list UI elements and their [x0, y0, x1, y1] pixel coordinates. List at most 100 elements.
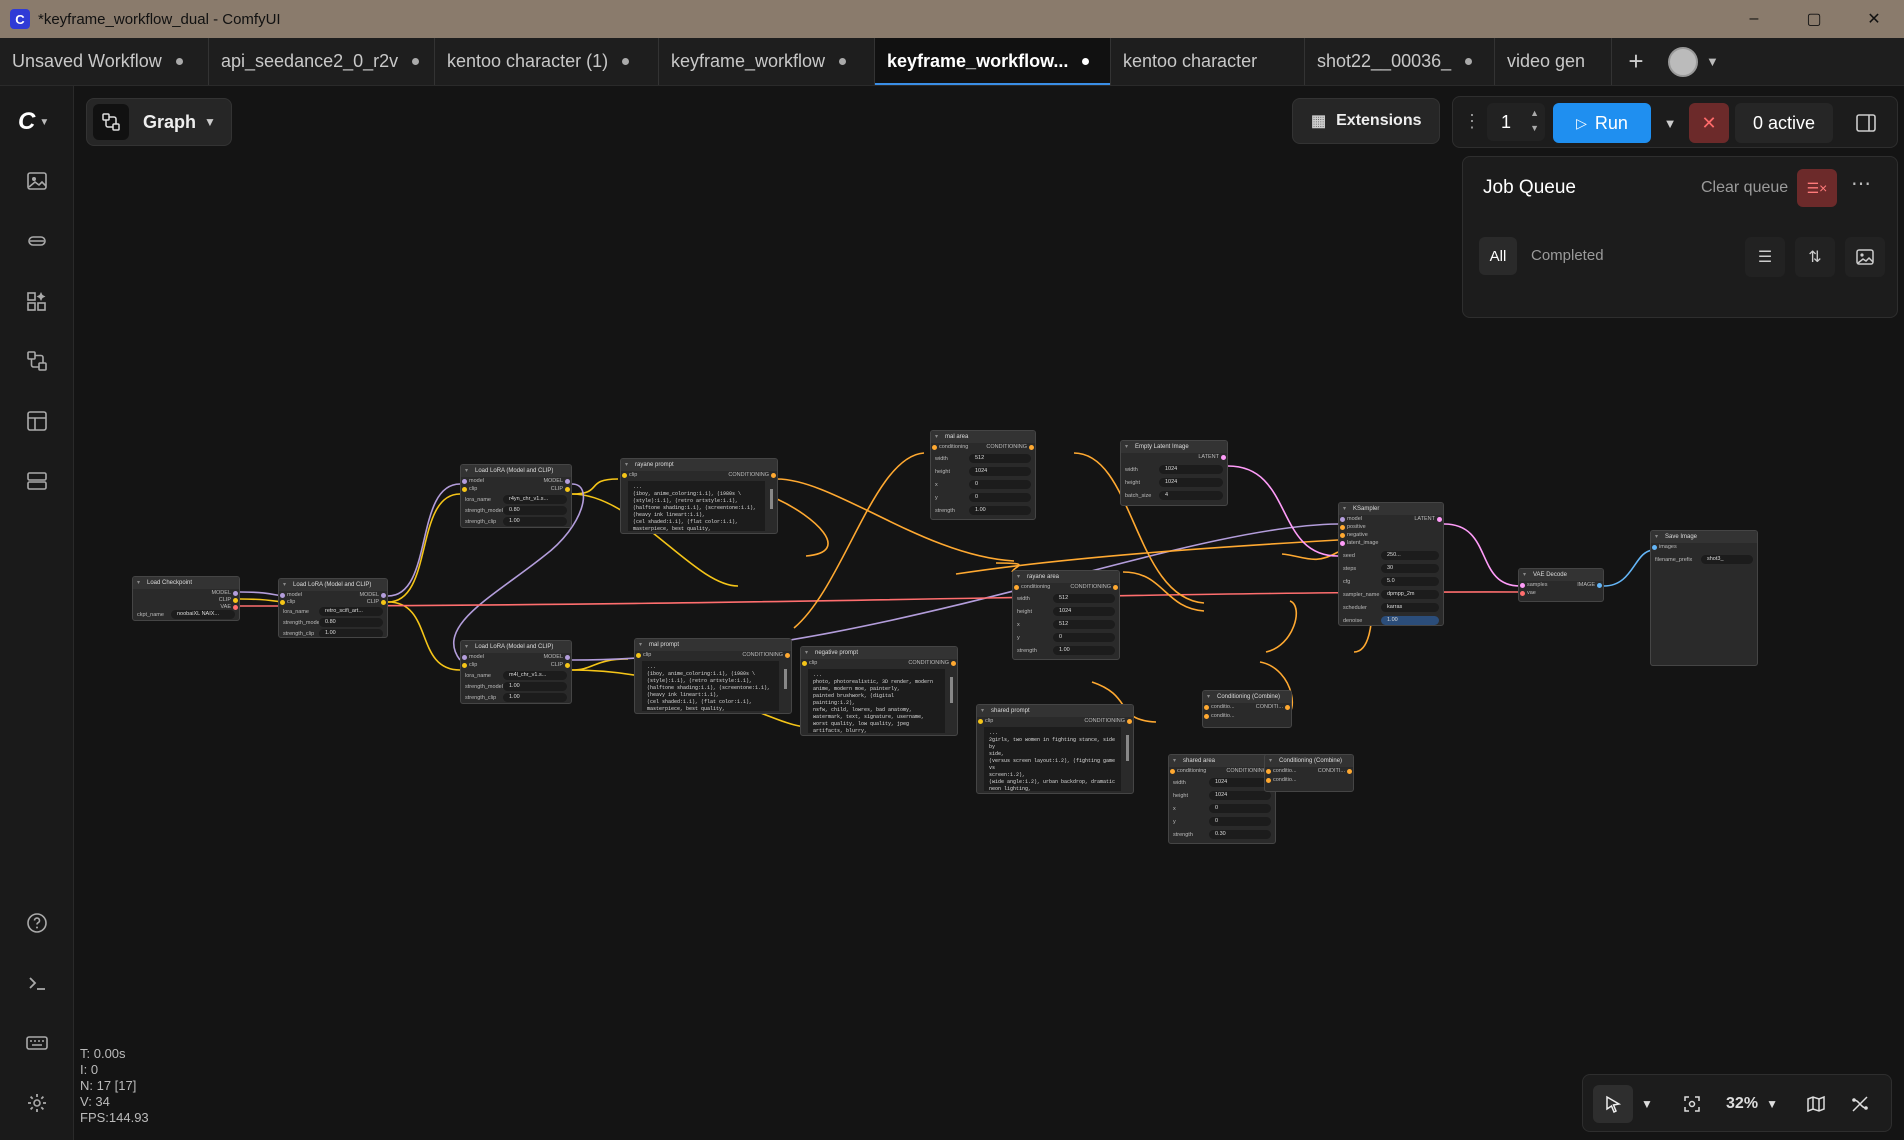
input-pin[interactable]	[1170, 769, 1175, 774]
minimap-button[interactable]	[1799, 1085, 1833, 1123]
run-options-dropdown[interactable]: ▼	[1657, 103, 1683, 143]
output-pin[interactable]	[565, 663, 570, 668]
select-mode-button[interactable]	[1593, 1085, 1633, 1123]
batch-size-input[interactable]: 4	[1159, 491, 1223, 500]
node-negative-prompt[interactable]: negative prompt clip CONDITIONING ... ph…	[800, 646, 958, 736]
input-pin[interactable]	[1266, 778, 1271, 783]
output-pin[interactable]	[233, 591, 238, 596]
unsaved-dot-icon[interactable]	[412, 58, 420, 65]
output-pin[interactable]	[771, 473, 776, 478]
tab-kentoo-character[interactable]: kentoo character	[1111, 38, 1305, 85]
node-conditioning-combine-1[interactable]: Conditioning (Combine) conditio... condi…	[1202, 690, 1292, 728]
lora-name-combo[interactable]: retro_scifi_art...	[319, 607, 383, 616]
prompt-textarea[interactable]: ... 2girls, two women in fighting stance…	[984, 727, 1121, 791]
run-button[interactable]: ▷ Run	[1553, 103, 1651, 143]
scheduler-combo[interactable]: karras	[1381, 603, 1439, 612]
tab-video-gen[interactable]: video gen	[1495, 38, 1612, 85]
x-input[interactable]: 512	[1053, 620, 1115, 629]
height-input[interactable]: 1024	[1053, 607, 1115, 616]
more-options-icon[interactable]: ⋯	[1851, 171, 1871, 196]
tab-keyframe-workflow-dual[interactable]: keyframe_workflow...	[875, 38, 1111, 85]
width-input[interactable]: 1024	[1209, 778, 1271, 787]
models-icon[interactable]	[22, 226, 52, 256]
prompt-textarea[interactable]: ... (1boy, anime_coloring:1.1), (1980s \…	[642, 661, 779, 711]
output-pin[interactable]	[1127, 719, 1132, 724]
x-input[interactable]: 0	[1209, 804, 1271, 813]
height-input[interactable]: 1024	[969, 467, 1031, 476]
output-pin[interactable]	[785, 653, 790, 658]
input-pin[interactable]	[1340, 517, 1345, 522]
node-save-image[interactable]: Save Image images filename_prefix shot3_	[1650, 530, 1758, 666]
lora-name-combo[interactable]: m4l_chr_v1.s...	[503, 671, 567, 680]
input-pin[interactable]	[636, 653, 641, 658]
nodes-library-icon[interactable]	[22, 286, 52, 316]
clear-queue-label[interactable]: Clear queue	[1701, 179, 1788, 197]
sampler-name-combo[interactable]: dpmpp_2m	[1381, 590, 1439, 599]
user-menu[interactable]: ▼	[1668, 38, 1719, 85]
unsaved-dot-icon[interactable]	[1465, 58, 1473, 65]
zoom-control[interactable]: 32% ▼	[1717, 1085, 1787, 1123]
input-pin[interactable]	[932, 445, 937, 450]
node-conditioning-combine-2[interactable]: Conditioning (Combine) conditio... condi…	[1264, 754, 1354, 792]
textarea-scrollbar[interactable]	[770, 489, 773, 509]
comfy-logo-menu[interactable]: C ▼	[18, 108, 49, 136]
queue-list-icon[interactable]	[22, 466, 52, 496]
y-input[interactable]: 0	[1209, 817, 1271, 826]
close-window-button[interactable]: ✕	[1844, 0, 1904, 38]
graph-mode-selector[interactable]: Graph ▼	[86, 98, 232, 146]
strength-model-input[interactable]: 0.80	[319, 618, 383, 627]
keyboard-icon[interactable]	[22, 1028, 52, 1058]
lora-name-combo[interactable]: r4yn_chr_v1.s...	[503, 495, 567, 504]
x-input[interactable]: 0	[969, 480, 1031, 489]
seed-input[interactable]: 250...	[1381, 551, 1439, 560]
ckpt-name-combo[interactable]: noobaiXL NAIX...	[171, 610, 235, 619]
textarea-scrollbar[interactable]	[784, 669, 787, 689]
node-mal-prompt[interactable]: mal prompt clip CONDITIONING ... (1boy, …	[634, 638, 792, 714]
output-pin[interactable]	[1437, 517, 1442, 522]
width-input[interactable]: 1024	[1159, 465, 1223, 474]
extensions-button[interactable]: ▦ Extensions	[1292, 98, 1440, 144]
gallery-button[interactable]	[1845, 237, 1885, 277]
templates-icon[interactable]	[22, 406, 52, 436]
input-pin[interactable]	[1520, 583, 1525, 588]
avatar[interactable]	[1668, 46, 1698, 77]
tab-api-seedance[interactable]: api_seedance2_0_r2v	[209, 38, 435, 85]
minimize-button[interactable]: –	[1724, 0, 1784, 38]
cfg-input[interactable]: 5.0	[1381, 577, 1439, 586]
node-mal-area[interactable]: mal area conditioning CONDITIONING width…	[930, 430, 1036, 520]
toggle-links-button[interactable]	[1843, 1085, 1877, 1123]
images-icon[interactable]	[22, 166, 52, 196]
strength-input[interactable]: 1.00	[1053, 646, 1115, 655]
output-pin[interactable]	[565, 479, 570, 484]
denoise-input[interactable]: 1.00	[1381, 616, 1439, 625]
input-pin[interactable]	[280, 593, 285, 598]
clear-queue-button[interactable]: ☰×	[1797, 169, 1837, 207]
strength-input[interactable]: 1.00	[969, 506, 1031, 515]
output-pin[interactable]	[381, 593, 386, 598]
strength-model-input[interactable]: 1.00	[503, 682, 567, 691]
batch-count-input[interactable]: 1 ▲ ▼	[1487, 103, 1545, 141]
strength-clip-input[interactable]: 1.00	[503, 693, 567, 702]
output-pin[interactable]	[565, 487, 570, 492]
node-ksampler[interactable]: KSampler model positive negative latent_…	[1338, 502, 1444, 626]
maximize-button[interactable]: ▢	[1784, 0, 1844, 38]
interrupt-button[interactable]: ✕	[1689, 103, 1729, 143]
input-pin[interactable]	[1340, 541, 1345, 546]
input-pin[interactable]	[462, 663, 467, 668]
output-pin[interactable]	[565, 655, 570, 660]
settings-icon[interactable]	[22, 1088, 52, 1118]
y-input[interactable]: 0	[1053, 633, 1115, 642]
unsaved-dot-icon[interactable]	[622, 58, 630, 65]
width-input[interactable]: 512	[1053, 594, 1115, 603]
input-pin[interactable]	[462, 487, 467, 492]
input-pin[interactable]	[1014, 585, 1019, 590]
strength-clip-input[interactable]: 1.00	[319, 629, 383, 637]
strength-clip-input[interactable]: 1.00	[503, 517, 567, 526]
node-rayane-area[interactable]: rayane area conditioning CONDITIONING wi…	[1012, 570, 1120, 660]
fit-view-button[interactable]	[1675, 1085, 1709, 1123]
tab-unsaved-workflow[interactable]: Unsaved Workflow	[0, 38, 209, 85]
mode-dropdown[interactable]: ▼	[1635, 1085, 1659, 1123]
steps-input[interactable]: 30	[1381, 564, 1439, 573]
node-empty-latent-image[interactable]: Empty Latent Image LATENT width 1024 hei…	[1120, 440, 1228, 506]
strength-input[interactable]: 0.30	[1209, 830, 1271, 839]
